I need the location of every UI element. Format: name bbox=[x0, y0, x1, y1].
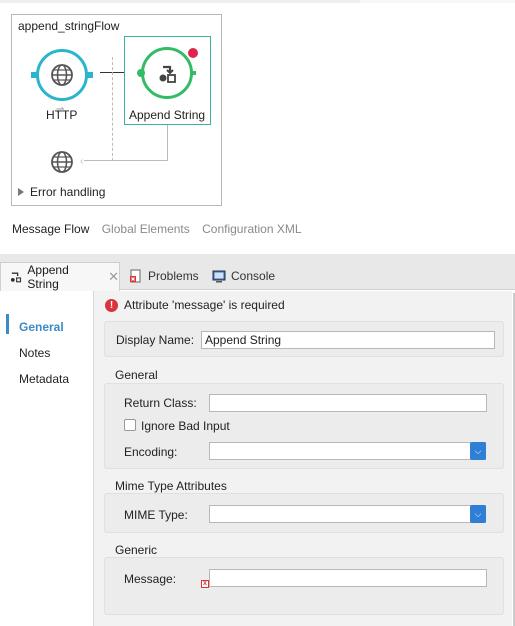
response-path-line bbox=[84, 160, 168, 161]
top-strip bbox=[0, 0, 515, 3]
flow-canvas[interactable]: append_stringFlow ⇌ HTTP Append String ‹… bbox=[11, 14, 222, 206]
flow-divider bbox=[112, 57, 113, 161]
mime-section: MIME Type: ⌵ bbox=[104, 493, 504, 533]
http-listener-node[interactable] bbox=[31, 49, 93, 101]
properties-nav: General Notes Metadata bbox=[0, 291, 93, 626]
append-string-node[interactable]: Append String bbox=[124, 36, 211, 125]
encoding-label: Encoding: bbox=[124, 445, 178, 459]
editor-tabs: Message Flow Global Elements Configurati… bbox=[12, 222, 311, 236]
validation-error: ! Attribute 'message' is required bbox=[105, 298, 285, 312]
nav-selection-marker bbox=[6, 314, 9, 334]
tab-console[interactable]: Console bbox=[212, 262, 275, 290]
general-section: Return Class: Ignore Bad Input Encoding:… bbox=[104, 383, 504, 469]
append-string-ring bbox=[137, 47, 198, 99]
flow-arrow-line bbox=[100, 72, 126, 73]
required-error-icon: x bbox=[201, 580, 209, 588]
tab-append-string[interactable]: Append String ✕ bbox=[0, 262, 120, 291]
ignore-bad-input-checkbox[interactable] bbox=[124, 419, 136, 431]
mime-section-title: Mime Type Attributes bbox=[115, 479, 227, 493]
view-tab-bar: Append String ✕ Problems Console bbox=[0, 254, 515, 291]
return-class-label: Return Class: bbox=[124, 396, 197, 410]
chevron-down-icon[interactable]: ⌵ bbox=[470, 505, 486, 523]
globe-response-icon bbox=[51, 151, 73, 173]
display-name-field[interactable]: Append String bbox=[201, 331, 495, 349]
globe-icon bbox=[51, 64, 73, 86]
nav-item-general[interactable]: General bbox=[19, 320, 64, 334]
message-label: Message: bbox=[124, 572, 177, 586]
general-section-title: General bbox=[115, 368, 158, 382]
close-tab-icon[interactable]: ✕ bbox=[108, 269, 119, 285]
encoding-select[interactable]: ⌵ bbox=[209, 442, 486, 460]
message-field[interactable] bbox=[209, 569, 487, 587]
return-class-field[interactable] bbox=[209, 394, 487, 412]
append-string-icon bbox=[159, 65, 176, 83]
tab-configuration-xml[interactable]: Configuration XML bbox=[202, 222, 301, 236]
expand-triangle-icon bbox=[18, 188, 24, 196]
properties-panel: ! Attribute 'message' is required Displa… bbox=[93, 291, 515, 626]
nav-item-metadata[interactable]: Metadata bbox=[19, 372, 69, 386]
http-node-label: HTTP bbox=[46, 108, 78, 122]
display-name-label: Display Name: bbox=[116, 333, 195, 347]
chevron-down-icon[interactable]: ⌵ bbox=[470, 442, 486, 460]
tab-message-flow[interactable]: Message Flow bbox=[12, 222, 89, 236]
ignore-bad-input-label: Ignore Bad Input bbox=[141, 419, 230, 433]
http-connector-left bbox=[31, 72, 37, 78]
tab-problems[interactable]: Problems bbox=[129, 262, 199, 290]
append-string-label: Append String bbox=[129, 108, 206, 122]
problems-icon bbox=[130, 269, 141, 283]
tab-global-elements[interactable]: Global Elements bbox=[102, 222, 190, 236]
generic-section-title: Generic bbox=[115, 543, 158, 557]
generic-section: Message: x bbox=[104, 557, 504, 615]
error-badge-icon bbox=[188, 48, 198, 58]
error-icon: ! bbox=[105, 298, 118, 312]
console-icon bbox=[212, 270, 226, 283]
append-string-icon bbox=[10, 272, 22, 283]
display-name-section: Display Name: Append String bbox=[104, 321, 504, 357]
http-connector-right bbox=[87, 72, 93, 78]
flow-title: append_stringFlow bbox=[18, 19, 120, 33]
mime-type-select[interactable]: ⌵ bbox=[209, 505, 486, 523]
error-handling-toggle[interactable]: Error handling bbox=[18, 185, 105, 199]
mime-type-label: MIME Type: bbox=[124, 508, 188, 522]
nav-item-notes[interactable]: Notes bbox=[19, 346, 50, 360]
